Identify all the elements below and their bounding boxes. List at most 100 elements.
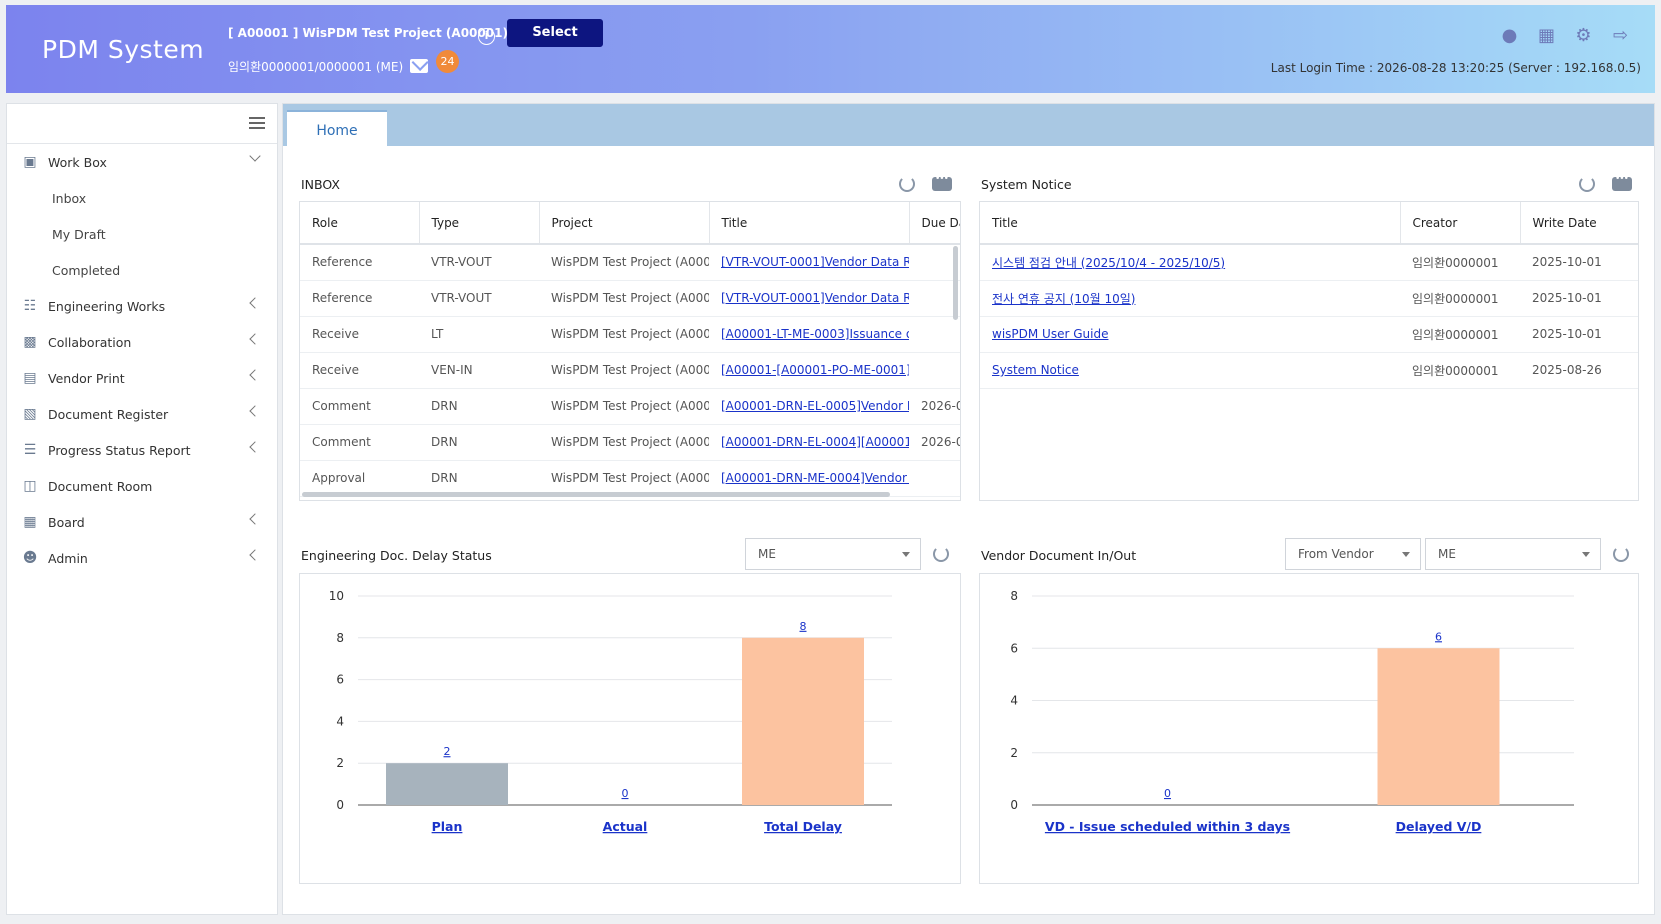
- inbox-row[interactable]: Reference VTR-VOUT WisPDM Test Project (A0…: [300, 244, 960, 281]
- sidebar-item-engineering-works[interactable]: ☷ Engineering Works: [7, 288, 277, 324]
- inbox-title-link[interactable]: [A00001-DRN-ME-0004]Vendor da: [721, 471, 909, 485]
- register-icon: ▧: [23, 406, 37, 422]
- sidebar-item-document-register[interactable]: ▧ Document Register: [7, 396, 277, 432]
- bar-value-label[interactable]: 2: [444, 745, 451, 758]
- delay-refresh-icon[interactable]: [933, 546, 949, 562]
- sidebar-top: [7, 104, 277, 144]
- sidebar-item-label: Document Register: [48, 406, 169, 422]
- notice-title-link[interactable]: 시스템 점검 안내 (2025/10/4 - 2025/10/5): [992, 256, 1225, 270]
- inbox-col-header[interactable]: Project: [539, 202, 710, 245]
- category-label[interactable]: Delayed V/D: [1396, 819, 1482, 834]
- chevron-left-icon: [249, 441, 261, 453]
- chevron-left-icon: [249, 333, 261, 345]
- notice-col-header[interactable]: Creator: [1400, 202, 1521, 245]
- inbox-horizontal-scrollbar[interactable]: [302, 492, 890, 497]
- tab-home[interactable]: Home: [287, 110, 387, 146]
- bar[interactable]: [1377, 648, 1500, 805]
- inbox-row[interactable]: Receive LT WisPDM Test Project (A0000 [A000…: [300, 316, 960, 353]
- admin-icon: ☻: [22, 550, 38, 566]
- category-label[interactable]: Actual: [603, 819, 648, 834]
- notice-title-link[interactable]: System Notice: [992, 363, 1079, 377]
- bar[interactable]: [386, 763, 508, 805]
- notice-row[interactable]: System Notice 임의환0000001 2025-08-26: [980, 352, 1638, 389]
- notice-row[interactable]: 시스템 점검 안내 (2025/10/4 - 2025/10/5) 임의환0000…: [980, 244, 1638, 281]
- inbox-title-link[interactable]: [VTR-VOUT-0001]Vendor Data Re: [721, 255, 909, 269]
- notice-title-link[interactable]: wisPDM User Guide: [992, 327, 1108, 341]
- sidebar-item-progress-status-report[interactable]: ☰ Progress Status Report: [7, 432, 277, 468]
- inbox-title-link[interactable]: [A00001-[A00001-PO-ME-0001]-IN: [721, 363, 909, 377]
- inbox-row[interactable]: Approval DRN WisPDM Test Project (A0000 [A0…: [300, 460, 960, 497]
- info-icon[interactable]: i: [478, 28, 495, 45]
- vendor-discipline-value: ME: [1438, 547, 1456, 561]
- user-profile-icon[interactable]: ●: [1499, 25, 1520, 46]
- inbox-row[interactable]: Comment DRN WisPDM Test Project (A0000 [A00…: [300, 424, 960, 461]
- inbox-col-header[interactable]: Due Da: [909, 202, 960, 245]
- notice-row[interactable]: wisPDM User Guide 임의환0000001 2025-10-01: [980, 316, 1638, 353]
- inbox-cell: WisPDM Test Project (A0000: [539, 244, 709, 281]
- vendor-direction-select[interactable]: From Vendor: [1285, 538, 1421, 570]
- inbox-col-header[interactable]: Type: [419, 202, 540, 245]
- bar-value-label[interactable]: 0: [622, 787, 629, 800]
- bar-value-label[interactable]: 8: [800, 620, 807, 633]
- settings-icon[interactable]: ⚙: [1573, 25, 1594, 46]
- sidebar-item-work-box[interactable]: ▣ Work Box: [7, 144, 277, 180]
- inbox-title-link[interactable]: [A00001-LT-ME-0003]Issuance of: [721, 327, 909, 341]
- notice-col-header[interactable]: Title: [980, 202, 1401, 245]
- inbox-cell: [A00001-DRN-EL-0004][A00001-D: [709, 424, 909, 461]
- inbox-row[interactable]: Comment DRN WisPDM Test Project (A0000 [A00…: [300, 388, 960, 425]
- sidebar-subitem-completed[interactable]: Completed: [7, 252, 277, 288]
- delay-discipline-value: ME: [758, 547, 776, 561]
- y-tick-label: 2: [336, 756, 344, 770]
- inbox-cell: WisPDM Test Project (A0000: [539, 352, 709, 389]
- hamburger-menu-icon[interactable]: [249, 117, 265, 129]
- category-label[interactable]: Plan: [432, 819, 463, 834]
- notice-title-link[interactable]: 전사 연휴 공지 (10월 10일): [992, 292, 1135, 306]
- bar[interactable]: [742, 637, 864, 805]
- notice-more-icon[interactable]: [1612, 174, 1632, 191]
- notice-cell: 임의환0000001: [1400, 244, 1520, 281]
- inbox-title-link[interactable]: [A00001-DRN-EL-0005]Vendor Da: [721, 399, 909, 413]
- mail-count-badge[interactable]: 24: [436, 50, 459, 73]
- sidebar-item-collaboration[interactable]: ▩ Collaboration: [7, 324, 277, 360]
- sidebar-item-label: Collaboration: [48, 334, 132, 350]
- notice-row[interactable]: 전사 연휴 공지 (10월 10일) 임의환0000001 2025-10-01: [980, 280, 1638, 317]
- current-project: [ A00001 ] WisPDM Test Project (A00001): [228, 26, 508, 40]
- sidebar-subitem-inbox[interactable]: Inbox: [7, 180, 277, 216]
- dropdown-arrow-icon: [1402, 552, 1410, 557]
- y-tick-label: 10: [329, 589, 344, 603]
- sidebar-item-board[interactable]: ▦ Board: [7, 504, 277, 540]
- vendor-discipline-select[interactable]: ME: [1425, 538, 1601, 570]
- inbox-row[interactable]: Reference VTR-VOUT WisPDM Test Project (A0…: [300, 280, 960, 317]
- inbox-title-link[interactable]: [VTR-VOUT-0001]Vendor Data Re: [721, 291, 909, 305]
- inbox-title-link[interactable]: [A00001-DRN-EL-0004][A00001-D: [721, 435, 909, 449]
- inbox-more-icon[interactable]: [932, 174, 952, 191]
- y-tick-label: 8: [1010, 589, 1018, 603]
- app-logo[interactable]: PDM System: [42, 35, 204, 64]
- bar-value-label[interactable]: 6: [1435, 630, 1442, 643]
- sidebar-subitem-my-draft[interactable]: My Draft: [7, 216, 277, 252]
- inbox-refresh-icon[interactable]: [899, 176, 915, 192]
- sidebar-item-vendor-print[interactable]: ▤ Vendor Print: [7, 360, 277, 396]
- inbox-vertical-scrollbar[interactable]: [953, 246, 958, 320]
- chip-icon[interactable]: ▦: [1536, 25, 1557, 46]
- inbox-col-header[interactable]: Role: [300, 202, 420, 245]
- vendor-chart-title: Vendor Document In/Out: [981, 548, 1137, 563]
- inbox-row[interactable]: Receive VEN-IN WisPDM Test Project (A0000 […: [300, 352, 960, 389]
- notice-refresh-icon[interactable]: [1579, 176, 1595, 192]
- bar-value-label[interactable]: 0: [1164, 787, 1171, 800]
- mail-icon[interactable]: [410, 59, 428, 73]
- notice-grid: Title Creator Write Date 시스템 점검 안내 (2025/1…: [979, 201, 1639, 501]
- delay-discipline-select[interactable]: ME: [745, 538, 921, 570]
- sidebar-item-document-room[interactable]: ◫ Document Room: [7, 468, 277, 504]
- chevron-left-icon: [249, 369, 261, 381]
- notice-col-header[interactable]: Write Date: [1520, 202, 1638, 245]
- inbox-col-header[interactable]: Title: [709, 202, 910, 245]
- category-label[interactable]: Total Delay: [764, 819, 842, 834]
- category-label[interactable]: VD - Issue scheduled within 3 days: [1045, 819, 1290, 834]
- tab-bar: Home: [283, 104, 1654, 146]
- inbox-cell: [VTR-VOUT-0001]Vendor Data Re: [709, 244, 909, 281]
- sidebar-item-admin[interactable]: ☻ Admin: [7, 540, 277, 576]
- logout-icon[interactable]: ⇨: [1610, 25, 1631, 46]
- select-project-button[interactable]: Select: [507, 19, 603, 47]
- vendor-refresh-icon[interactable]: [1613, 546, 1629, 562]
